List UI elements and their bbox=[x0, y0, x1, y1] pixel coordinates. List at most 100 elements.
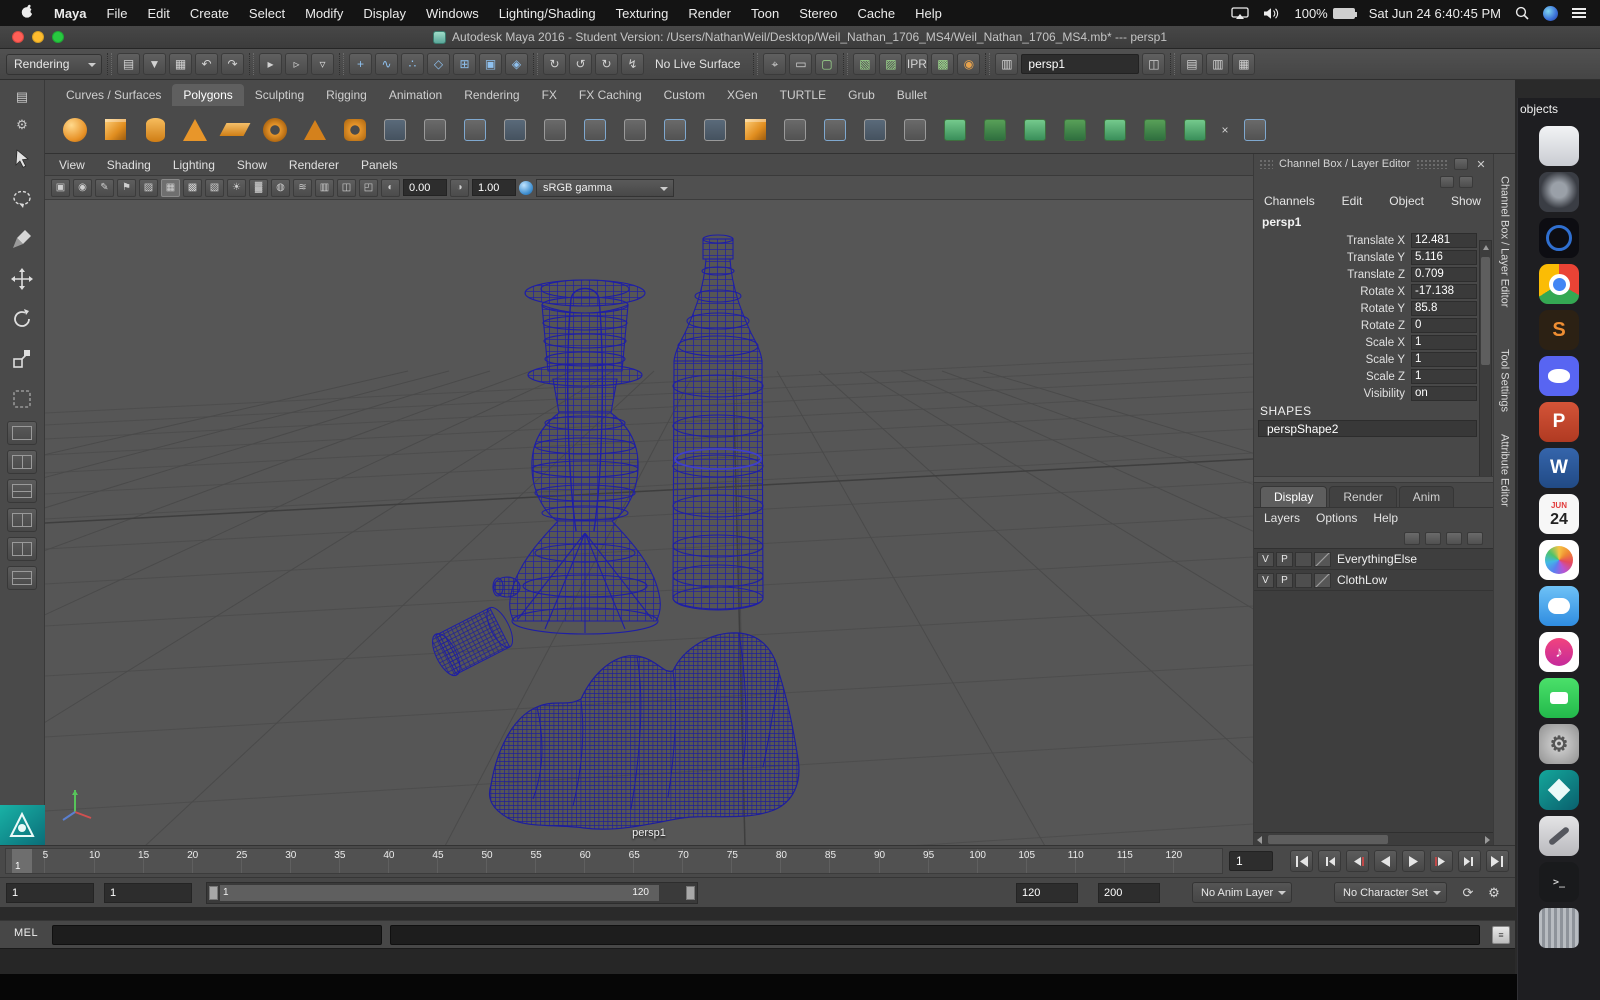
quad-draw-icon[interactable] bbox=[657, 112, 693, 148]
quick-select-icon[interactable]: ⌖ bbox=[763, 53, 786, 75]
make-live-icon[interactable]: ▣ bbox=[479, 53, 502, 75]
new-scene-icon[interactable]: ▤ bbox=[117, 53, 140, 75]
layer-playback-toggle[interactable]: P bbox=[1276, 552, 1293, 567]
panel-splitter[interactable] bbox=[1254, 476, 1493, 483]
view-transform-dropdown[interactable]: sRGB gamma bbox=[536, 179, 674, 197]
poly-cone-icon[interactable] bbox=[177, 112, 213, 148]
scroll-right-icon[interactable] bbox=[1485, 836, 1490, 844]
shelf-tab-bullet[interactable]: Bullet bbox=[886, 84, 938, 106]
create-empty-layer-icon[interactable] bbox=[1446, 532, 1462, 545]
mirror-geometry-icon[interactable] bbox=[817, 112, 853, 148]
layer-row[interactable]: V P EverythingElse bbox=[1254, 549, 1493, 570]
dock-icon-sublime-text[interactable]: S bbox=[1539, 310, 1579, 350]
cup-wireframe[interactable] bbox=[427, 603, 518, 680]
channel-value-field[interactable]: 5.116 bbox=[1411, 250, 1477, 265]
shelf-tab-animation[interactable]: Animation bbox=[378, 84, 453, 106]
bridge-icon[interactable] bbox=[577, 112, 613, 148]
layer-visibility-toggle[interactable]: V bbox=[1257, 552, 1274, 567]
layout-two-stacked-button[interactable] bbox=[7, 479, 37, 503]
shelf-tab-fx[interactable]: FX bbox=[531, 84, 568, 106]
current-frame-indicator[interactable]: 1 bbox=[12, 849, 32, 873]
redo-icon[interactable]: ↷ bbox=[221, 53, 244, 75]
menubar-clock[interactable]: Sat Jun 24 6:40:45 PM bbox=[1369, 6, 1501, 21]
object-details-icon[interactable]: ▭ bbox=[789, 53, 812, 75]
shelf-tab-grub[interactable]: Grub bbox=[837, 84, 886, 106]
spotlight-icon[interactable] bbox=[1515, 6, 1529, 20]
dock-icon-launchpad[interactable] bbox=[1539, 172, 1579, 212]
shelf-tab-sculpting[interactable]: Sculpting bbox=[244, 84, 315, 106]
isolate-select-icon[interactable]: ◫ bbox=[337, 179, 356, 197]
construction-history-icon[interactable]: ↻ bbox=[595, 53, 618, 75]
tab-anim[interactable]: Anim bbox=[1399, 486, 1454, 507]
xray-icon[interactable]: ◰ bbox=[359, 179, 378, 197]
dock-icon-facetime[interactable] bbox=[1539, 678, 1579, 718]
play-backwards-button[interactable] bbox=[1374, 850, 1397, 872]
panel-grip[interactable] bbox=[1416, 159, 1448, 169]
step-back-frame-button[interactable] bbox=[1318, 850, 1341, 872]
layout-persp-outliner-button[interactable] bbox=[7, 537, 37, 561]
shelf-editor-icon[interactable] bbox=[1237, 112, 1273, 148]
ipr-label-icon[interactable]: IPR bbox=[905, 53, 928, 75]
panel-menu-shading[interactable]: Shading bbox=[107, 158, 151, 172]
paint-selection-tool[interactable] bbox=[5, 222, 39, 256]
options-menu[interactable]: Options bbox=[1316, 511, 1357, 525]
camera-name-field[interactable]: persp1 bbox=[1021, 54, 1139, 74]
dock-icon-itunes[interactable] bbox=[1539, 632, 1579, 672]
move-tool[interactable] bbox=[5, 262, 39, 296]
menu-file[interactable]: File bbox=[97, 6, 138, 21]
lock-camera-icon[interactable]: ◉ bbox=[73, 179, 92, 197]
select-tool[interactable] bbox=[5, 142, 39, 176]
dock-icon-preview[interactable] bbox=[1539, 126, 1579, 166]
range-slider[interactable]: 1 120 bbox=[206, 882, 698, 904]
channel-row[interactable]: Scale X1 bbox=[1254, 334, 1493, 351]
layer-color-swatch[interactable] bbox=[1314, 552, 1331, 567]
object-menu[interactable]: Object bbox=[1389, 194, 1424, 208]
apple-menu-icon[interactable] bbox=[10, 4, 44, 22]
dock-icon-discord[interactable] bbox=[1539, 356, 1579, 396]
menu-windows[interactable]: Windows bbox=[416, 6, 489, 21]
dock-icon-chrome[interactable] bbox=[1539, 264, 1579, 304]
last-tool-used[interactable] bbox=[5, 382, 39, 416]
lights-icon[interactable]: ☀ bbox=[227, 179, 246, 197]
shelf-menu-icon[interactable]: ▤ bbox=[9, 86, 35, 108]
poly-plane-icon[interactable] bbox=[217, 112, 253, 148]
layer-display-type-box[interactable] bbox=[1295, 552, 1312, 567]
current-time-field[interactable]: 1 bbox=[1229, 851, 1273, 871]
poly-cylinder-icon[interactable] bbox=[137, 112, 173, 148]
toolbar-separator[interactable] bbox=[249, 53, 254, 75]
command-result-field[interactable] bbox=[390, 925, 1480, 945]
window-titlebar[interactable]: Autodesk Maya 2016 - Student Version: /U… bbox=[0, 26, 1600, 49]
channel-speed-icon[interactable] bbox=[1440, 176, 1454, 188]
panel-menu-view[interactable]: View bbox=[59, 158, 85, 172]
layout-custom-button[interactable] bbox=[7, 566, 37, 590]
shelf-gear-icon[interactable]: ⚙ bbox=[9, 114, 35, 136]
channel-value-field[interactable]: 12.481 bbox=[1411, 233, 1477, 248]
scroll-up-icon[interactable] bbox=[1483, 245, 1489, 250]
viewport-canvas[interactable]: persp1 bbox=[45, 201, 1253, 845]
menu-toon[interactable]: Toon bbox=[741, 6, 789, 21]
render-current-frame-icon[interactable]: ▧ bbox=[853, 53, 876, 75]
siri-icon[interactable] bbox=[1543, 6, 1558, 21]
shelf-close-icon[interactable]: × bbox=[1217, 123, 1233, 137]
select-camera-icon[interactable]: ▣ bbox=[51, 179, 70, 197]
poly-pyramid-icon[interactable] bbox=[297, 112, 333, 148]
shelf-tab-turtle[interactable]: TURTLE bbox=[769, 84, 837, 106]
shadows-icon[interactable]: ▓ bbox=[249, 179, 268, 197]
layout-four-pane-button[interactable] bbox=[7, 508, 37, 532]
sidebar-tab-channel-box[interactable]: Channel Box / Layer Editor bbox=[1499, 168, 1511, 315]
dock-icon-utility[interactable] bbox=[1539, 816, 1579, 856]
align-icon[interactable] bbox=[857, 112, 893, 148]
animation-preferences-icon[interactable]: ⚙ bbox=[1484, 883, 1504, 903]
channel-row[interactable]: Translate Y5.116 bbox=[1254, 249, 1493, 266]
shelf-tab-fx-caching[interactable]: FX Caching bbox=[568, 84, 653, 106]
script-editor-icon[interactable]: ≡ bbox=[1492, 926, 1510, 944]
menu-help[interactable]: Help bbox=[905, 6, 952, 21]
layer-color-swatch[interactable] bbox=[1314, 573, 1331, 588]
layer-name[interactable]: EverythingElse bbox=[1333, 552, 1417, 566]
menu-set-selector[interactable]: Rendering bbox=[6, 54, 102, 75]
window-close-button[interactable] bbox=[12, 31, 24, 43]
range-start-handle[interactable] bbox=[209, 886, 218, 900]
separate-icon[interactable] bbox=[737, 112, 773, 148]
tab-render[interactable]: Render bbox=[1329, 486, 1396, 507]
uv-bracket-right-icon[interactable] bbox=[1177, 112, 1213, 148]
